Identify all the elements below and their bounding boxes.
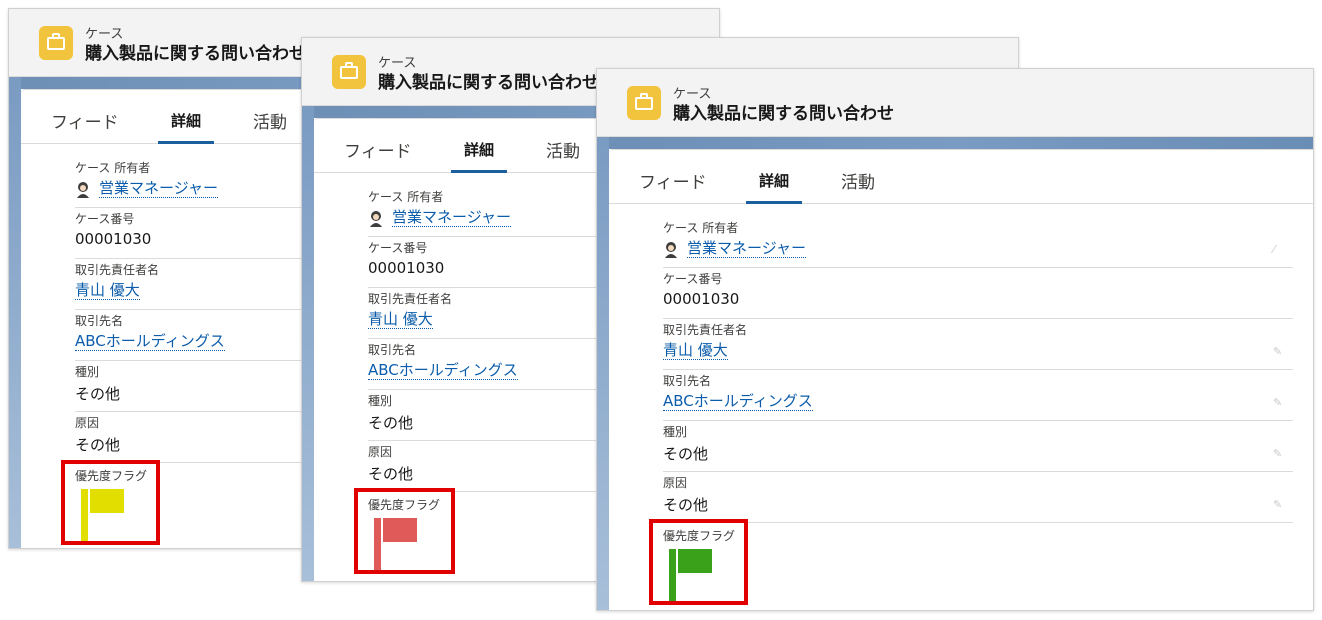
tab-activity[interactable]: 活動 [546,137,580,174]
pencil-icon[interactable]: ✎ [1273,499,1285,510]
field-label: 種別 [663,425,688,439]
tab-feed[interactable]: フィード [639,168,707,205]
pencil-icon[interactable]: ✎ [1273,448,1285,459]
type-value: その他 [663,445,709,463]
owner-link[interactable]: 営業マネージャー [687,239,806,258]
side-band [302,106,314,581]
field-label: 取引先名 [663,374,712,388]
user-avatar-icon [77,182,89,198]
owner-link[interactable]: 営業マネージャー [392,208,511,227]
tab-feed[interactable]: フィード [344,137,412,174]
tab-activity[interactable]: 活動 [841,168,875,205]
field-label: 種別 [75,365,100,379]
type-value: その他 [368,414,414,432]
field-reason: 原因 その他 ✎ [663,472,1293,523]
tab-details[interactable]: 詳細 [450,139,508,173]
side-band [9,77,21,548]
case-number-value: 00001030 [663,290,740,308]
field-label: ケース番号 [75,212,135,226]
tab-bar: フィード 詳細 活動 [609,150,1313,204]
field-label: 原因 [663,476,688,490]
pencil-icon[interactable]: ✎ [1273,346,1285,357]
highlight-box-red-flag [354,488,455,574]
field-label: 原因 [368,445,393,459]
case-number-value: 00001030 [75,230,152,248]
header-band [597,137,1313,149]
briefcase-icon [627,86,661,120]
field-label: ケース 所有者 [663,221,739,235]
side-band [597,137,609,610]
field-type: 種別 その他 ✎ [663,421,1293,472]
contact-link[interactable]: 青山 優大 [368,310,433,329]
field-label: ケース番号 [368,241,428,255]
briefcase-icon [332,55,366,89]
field-label: ケース 所有者 [368,190,444,204]
record-title: 購入製品に関する問い合わせ [378,73,599,93]
change-owner-icon[interactable]: ⁄ [1273,244,1285,255]
tab-details[interactable]: 詳細 [745,170,803,204]
field-label: 原因 [75,416,100,430]
record-title: 購入製品に関する問い合わせ [673,104,894,124]
highlight-box-green-flag [649,519,748,605]
type-value: その他 [75,385,121,403]
highlight-box-yellow-flag [61,460,160,545]
field-label: ケース番号 [663,272,723,286]
account-link[interactable]: ABCホールディングス [663,392,813,411]
field-label: ケース 所有者 [75,161,151,175]
record-title: 購入製品に関する問い合わせ [85,44,306,64]
field-label: 取引先名 [368,343,417,357]
field-contact: 取引先責任者名 青山 優大 ✎ [663,319,1293,370]
reason-value: その他 [663,496,709,514]
tab-details[interactable]: 詳細 [157,110,215,144]
contact-link[interactable]: 青山 優大 [663,341,728,360]
reason-value: その他 [75,436,121,454]
field-label: 取引先責任者名 [663,323,748,337]
contact-link[interactable]: 青山 優大 [75,281,140,300]
field-label: 取引先名 [75,314,124,328]
field-case-number: ケース番号 00001030 [663,268,1293,319]
case-number-value: 00001030 [368,259,445,277]
tab-feed[interactable]: フィード [51,108,119,145]
record-header: ケース 購入製品に関する問い合わせ [597,69,1313,137]
owner-link[interactable]: 営業マネージャー [99,179,218,198]
user-avatar-icon [370,211,382,227]
field-label: 取引先責任者名 [368,292,453,306]
field-owner: ケース 所有者 営業マネージャー ⁄ [663,217,1293,268]
account-link[interactable]: ABCホールディングス [368,361,518,380]
briefcase-icon [39,26,73,60]
pencil-icon[interactable]: ✎ [1273,397,1285,408]
field-label: 種別 [368,394,393,408]
tab-activity[interactable]: 活動 [253,108,287,145]
field-label: 取引先責任者名 [75,263,160,277]
user-avatar-icon [665,242,677,258]
account-link[interactable]: ABCホールディングス [75,332,225,351]
reason-value: その他 [368,465,414,483]
field-account: 取引先名 ABCホールディングス ✎ [663,370,1293,421]
